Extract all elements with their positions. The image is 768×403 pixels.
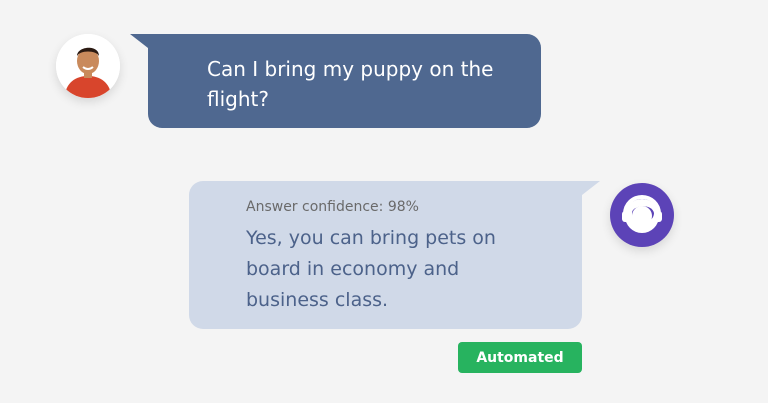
bot-message-bubble: Answer confidence: 98% Yes, you can brin…: [189, 181, 600, 329]
answer-confidence-label: Answer confidence: 98%: [246, 199, 419, 215]
user-message-text: Can I bring my puppy on the flight?: [207, 57, 494, 111]
user-message-bubble: Can I bring my puppy on the flight?: [130, 34, 541, 128]
user-avatar: [56, 34, 120, 98]
bot-avatar: [610, 183, 674, 247]
headset-agent-icon: [622, 194, 662, 233]
bubble-tail: [582, 181, 600, 195]
bubble-tail: [130, 34, 148, 48]
automated-badge: Automated: [458, 342, 582, 373]
user-photo-icon: [56, 34, 120, 98]
bot-message-text: Yes, you can bring pets on board in econ…: [246, 227, 496, 311]
